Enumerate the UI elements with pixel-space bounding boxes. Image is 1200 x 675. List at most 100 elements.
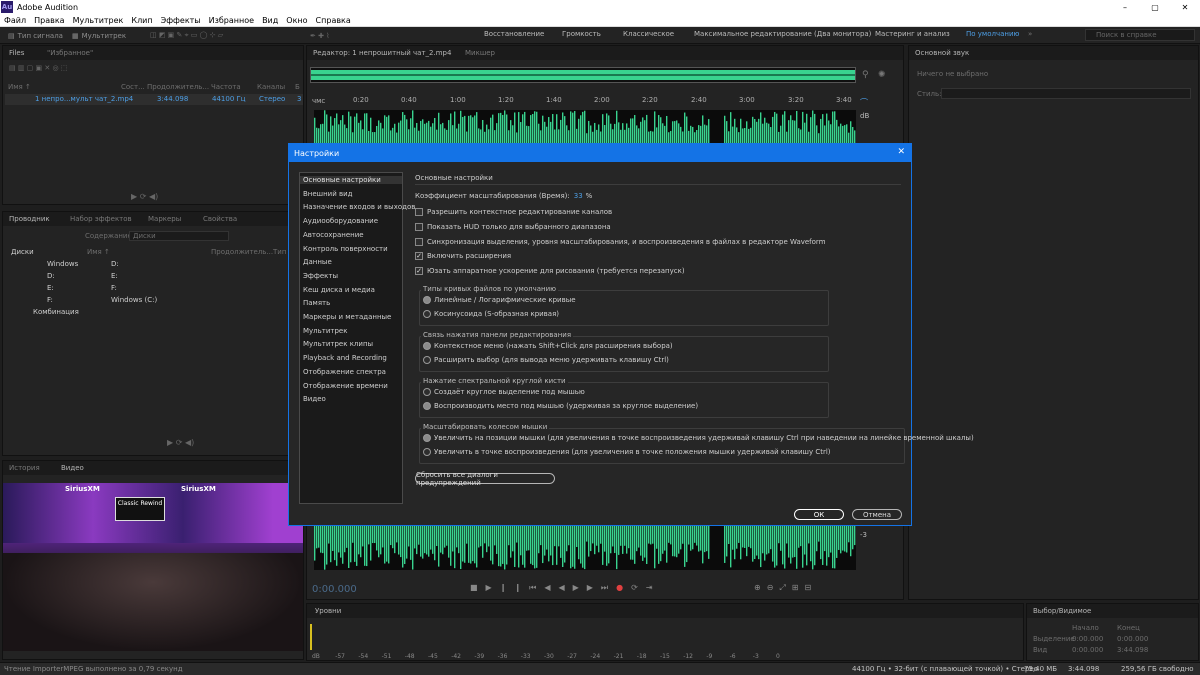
col-name-media[interactable]: Имя ↑: [87, 248, 110, 256]
menu-multitrack[interactable]: Мультитрек: [69, 16, 128, 25]
radio-selected-icon[interactable]: [423, 342, 431, 350]
menu-file[interactable]: Файл: [0, 16, 30, 25]
selection-end[interactable]: 0:00.000: [1117, 635, 1148, 643]
category-item[interactable]: Видео: [303, 395, 326, 403]
tab-editor[interactable]: Редактор: 1 непрошитный чат_2.mp4: [313, 49, 451, 57]
tab-video[interactable]: Видео: [61, 464, 84, 472]
tab-mixer[interactable]: Микшер: [465, 49, 495, 57]
checkbox-row[interactable]: ✓ Юзать аппаратное ускорение для рисовани…: [415, 267, 685, 276]
menu-edit[interactable]: Правка: [30, 16, 68, 25]
tree-item-f[interactable]: F:: [47, 296, 53, 304]
menu-clip[interactable]: Клип: [127, 16, 156, 25]
radio-icon[interactable]: [423, 388, 431, 396]
tree-item-d[interactable]: D:: [47, 272, 55, 280]
tab-files[interactable]: Files: [9, 49, 24, 57]
transport-controls[interactable]: ■▶❙❙⏮◀◀▶▶⏭●⟳⇥: [470, 583, 661, 593]
zoom-icon[interactable]: ⚲: [862, 70, 869, 80]
list-item[interactable]: Windows (C:): [111, 296, 157, 304]
col-rate[interactable]: Частота: [211, 83, 241, 91]
media-transport-icons[interactable]: ▶ ⟳ ◀): [167, 438, 194, 447]
checkbox-row[interactable]: Синхронизация выделения, уровня масштаби…: [415, 237, 826, 246]
radio-icon[interactable]: [423, 310, 431, 318]
close-icon[interactable]: ✕: [897, 147, 905, 157]
brush-tools-icons[interactable]: ✒ ✚ ⌇: [310, 30, 330, 41]
radio-icon[interactable]: [423, 448, 431, 456]
category-item[interactable]: Эффекты: [303, 272, 338, 280]
category-item[interactable]: Назначение входов и выходов: [303, 203, 415, 211]
category-item[interactable]: Мультитрек: [303, 327, 347, 335]
category-item[interactable]: Контроль поверхности: [303, 245, 388, 253]
selection-start[interactable]: 0:00.000: [1072, 635, 1103, 643]
files-transport-icons[interactable]: ▶ ⟳ ◀): [131, 192, 158, 201]
checkbox-icon[interactable]: [415, 237, 423, 246]
waveform-bottom[interactable]: [314, 526, 856, 570]
checkbox-row[interactable]: Разрешить контекстное редактирование кан…: [415, 208, 612, 216]
radio-option[interactable]: Линейные / Логарифмические кривые: [423, 296, 576, 304]
waveform-view-button[interactable]: ▤ Тип сигнала: [8, 30, 63, 41]
tab-favorites[interactable]: "Избранное": [47, 49, 93, 57]
table-row[interactable]: 1 непро...мульт чат_2.mp4 3:44.098 44100…: [5, 94, 303, 105]
tab-effects-rack[interactable]: Набор эффектов: [70, 215, 132, 223]
col-channels[interactable]: Каналы: [257, 83, 285, 91]
radio-option[interactable]: Расширить выбор (для вывода меню удержив…: [423, 356, 669, 364]
radio-selected-icon[interactable]: [423, 402, 431, 410]
view-start[interactable]: 0:00.000: [1072, 646, 1103, 654]
waveform-top[interactable]: [314, 110, 856, 146]
workspace-max-edit[interactable]: Максимальное редактирование (Два монитор…: [694, 30, 871, 38]
radio-selected-icon[interactable]: [423, 296, 431, 304]
workspace-loudness[interactable]: Громкость: [562, 30, 601, 38]
content-select[interactable]: Диски: [129, 231, 229, 241]
tree-item-disks[interactable]: Диски: [11, 248, 34, 256]
cancel-button[interactable]: Отмена: [852, 509, 902, 520]
snap-icon[interactable]: ⌒: [860, 97, 868, 108]
list-item[interactable]: E:: [111, 272, 118, 280]
radio-selected-icon[interactable]: [423, 434, 431, 442]
category-item[interactable]: Мультитрек клипы: [303, 340, 373, 348]
list-item[interactable]: F:: [111, 284, 117, 292]
menu-view[interactable]: Вид: [258, 16, 282, 25]
close-window-button[interactable]: ✕: [1170, 0, 1200, 14]
settings-icon[interactable]: ✺: [878, 70, 886, 80]
ok-button[interactable]: ОК: [794, 509, 844, 520]
radio-option[interactable]: Увеличить в точке воспроизведения (для у…: [423, 448, 831, 456]
checkbox-icon[interactable]: [415, 222, 423, 231]
tab-history[interactable]: История: [9, 464, 40, 472]
waveform-overview[interactable]: [310, 67, 856, 83]
category-item[interactable]: Автосохранение: [303, 231, 364, 239]
files-toolbar-icons[interactable]: ▤ ▥ ▢ ▣ ✕ ◎ ⬚: [9, 64, 299, 74]
radio-option[interactable]: Контекстное меню (нажать Shift+Click для…: [423, 342, 673, 350]
tab-essential-sound[interactable]: Основной звук: [915, 49, 969, 57]
minimize-button[interactable]: –: [1110, 0, 1140, 14]
workspace-restore[interactable]: Восстановление: [484, 30, 544, 38]
category-item[interactable]: Аудиооборудование: [303, 217, 378, 225]
tree-item-e[interactable]: E:: [47, 284, 54, 292]
radio-option[interactable]: Воспроизводить место под мышью (удержива…: [423, 402, 698, 410]
category-item[interactable]: Память: [303, 299, 330, 307]
tab-markers[interactable]: Маркеры: [148, 215, 181, 223]
col-duration-media[interactable]: Продолжитель...: [211, 248, 273, 256]
category-item[interactable]: Кеш диска и медиа: [303, 286, 375, 294]
col-duration[interactable]: Продолжитель...: [147, 83, 209, 91]
menu-window[interactable]: Окно: [282, 16, 311, 25]
category-item[interactable]: Отображение спектра: [303, 368, 386, 376]
checkbox-row[interactable]: Показать HUD только для выбранного диапа…: [415, 222, 611, 231]
style-select[interactable]: [941, 88, 1191, 99]
checkbox-icon[interactable]: [415, 208, 423, 216]
workspace-classic[interactable]: Классическое: [623, 30, 674, 38]
menu-favorites[interactable]: Избранное: [205, 16, 258, 25]
col-bits[interactable]: Б: [295, 83, 300, 91]
radio-option[interactable]: Создаёт круглое выделение под мышью: [423, 388, 585, 396]
category-item[interactable]: Маркеры и метаданные: [303, 313, 391, 321]
tab-levels[interactable]: Уровни: [315, 607, 341, 615]
category-item[interactable]: Внешний вид: [303, 190, 353, 198]
checkbox-checked-icon[interactable]: ✓: [415, 252, 423, 261]
workspace-mastering[interactable]: Мастеринг и анализ: [875, 30, 950, 38]
record-icon[interactable]: ●: [616, 583, 631, 592]
checkbox-checked-icon[interactable]: ✓: [415, 267, 423, 276]
radio-option[interactable]: Косинусоида (S-образная кривая): [423, 310, 559, 318]
help-search-input[interactable]: Поиск в справке: [1085, 29, 1195, 41]
col-name[interactable]: Имя ↑: [8, 83, 31, 91]
maximize-button[interactable]: ▢: [1140, 0, 1170, 14]
workspace-more-icon[interactable]: »: [1028, 30, 1032, 38]
workspace-default[interactable]: По умолчанию: [966, 30, 1019, 38]
